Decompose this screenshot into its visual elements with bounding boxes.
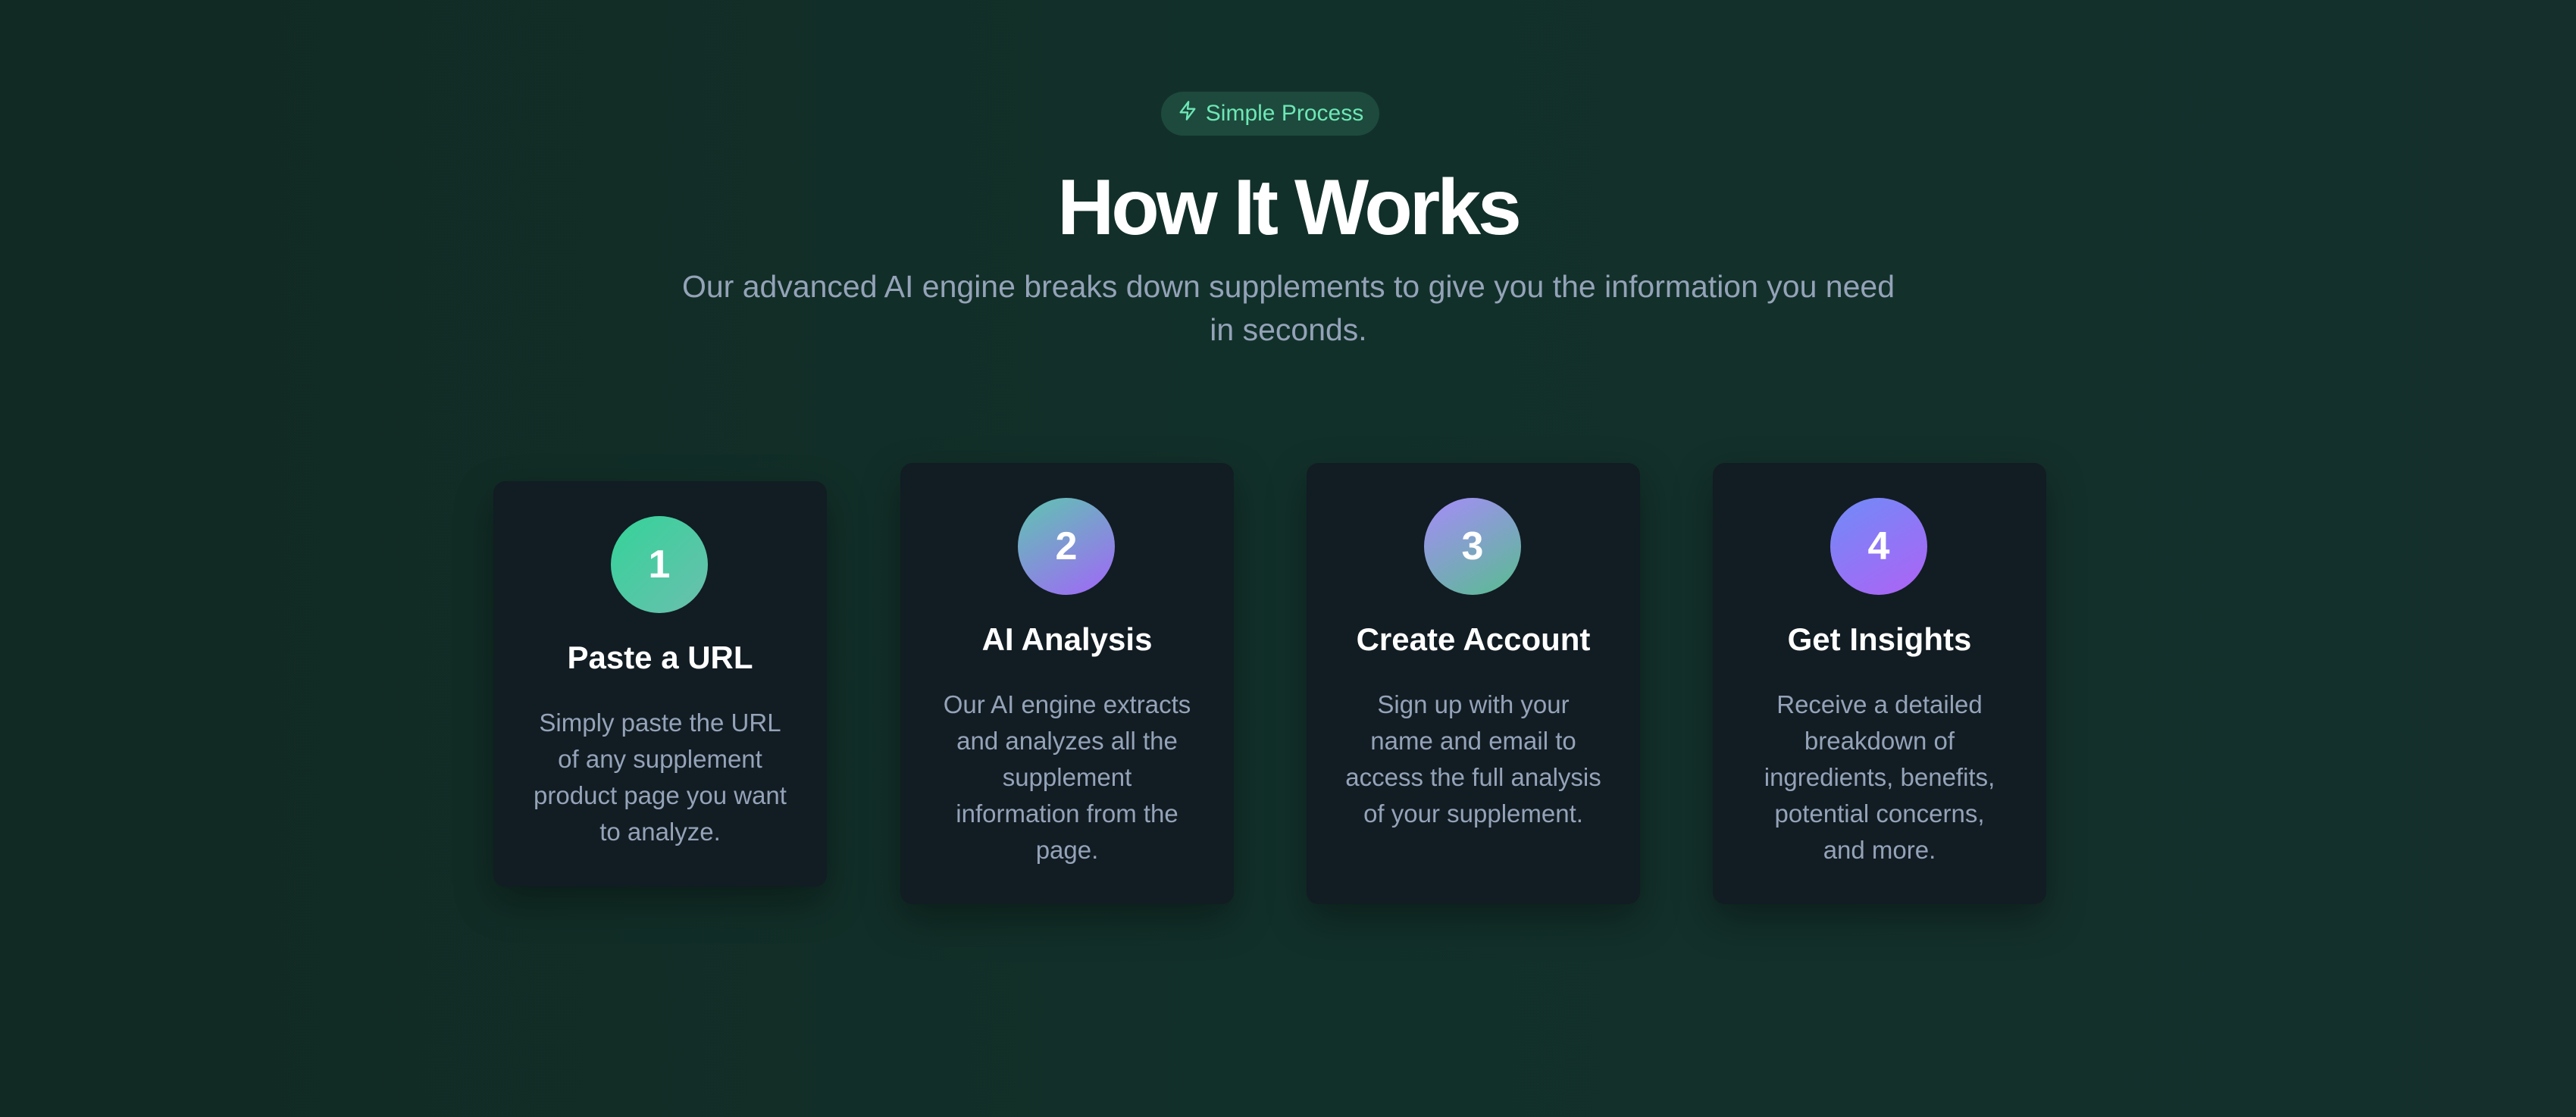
- step-title: Paste a URL: [567, 640, 753, 675]
- step-number-circle: 1: [611, 516, 708, 613]
- step-card-2: 2 AI Analysis Our AI engine extracts and…: [900, 463, 1234, 904]
- step-description: Sign up with your name and email to acce…: [1345, 690, 1601, 828]
- section-title: How It Works: [1057, 164, 1522, 252]
- step-number-circle: 2: [1018, 498, 1115, 595]
- step-card-4: 4 Get Insights Receive a detailed breakd…: [1713, 463, 2046, 904]
- step-card-1: 1 Paste a URL Simply paste the URL of an…: [493, 481, 827, 887]
- section-subtitle: Our advanced AI engine breaks down suppl…: [681, 269, 1895, 347]
- step-description: Simply paste the URL of any supplement p…: [534, 709, 787, 846]
- step-number: 1: [648, 543, 671, 587]
- step-number: 2: [1055, 524, 1078, 568]
- lightning-bolt-icon: [1177, 100, 1198, 127]
- badge-label: Simple Process: [1205, 101, 1364, 126]
- step-number-circle: 4: [1830, 498, 1927, 595]
- how-it-works-section: Simple Process How It Works Our advanced…: [0, 0, 2576, 1117]
- step-title: Get Insights: [1787, 621, 1972, 657]
- step-title: Create Account: [1356, 621, 1591, 657]
- step-description: Receive a detailed breakdown of ingredie…: [1764, 690, 1995, 864]
- step-number: 3: [1461, 524, 1484, 568]
- simple-process-badge: Simple Process: [1161, 92, 1379, 136]
- step-card-3: 3 Create Account Sign up with your name …: [1307, 463, 1640, 904]
- step-description: Our AI engine extracts and analyzes all …: [943, 690, 1191, 864]
- step-title: AI Analysis: [981, 621, 1153, 657]
- step-number-circle: 3: [1424, 498, 1521, 595]
- step-number: 4: [1867, 524, 1890, 568]
